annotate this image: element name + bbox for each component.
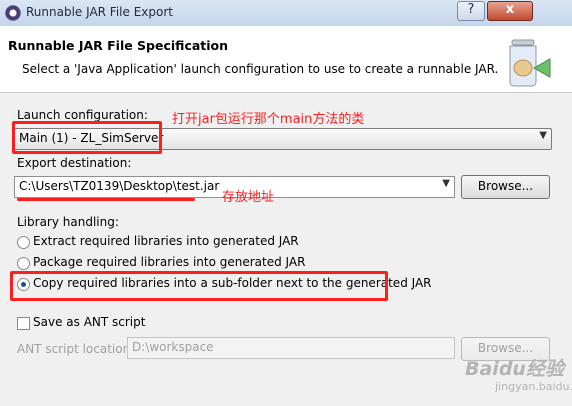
- watermark-url: jingyan.baidu.com: [495, 380, 572, 393]
- baidu-watermark: Baidu经验 jingyan.baidu.com: [455, 352, 572, 400]
- save-ant-label[interactable]: Save as ANT script: [33, 315, 145, 329]
- annotation-export: 存放地址: [222, 190, 275, 205]
- radio-package[interactable]: [17, 257, 30, 270]
- ant-location-value: D:\workspace: [132, 340, 214, 354]
- radio-extract-label[interactable]: Extract required libraries into generate…: [33, 234, 299, 248]
- ant-location-field: D:\workspace: [127, 337, 455, 359]
- page-title: Runnable JAR File Specification: [8, 38, 229, 53]
- radio-package-label[interactable]: Package required libraries into generate…: [33, 255, 305, 269]
- page-description: Select a 'Java Application' launch confi…: [22, 62, 499, 76]
- export-destination-label: Export destination:: [17, 156, 132, 170]
- help-button[interactable]: ?: [457, 1, 485, 21]
- watermark-brand: Baidu经验: [465, 358, 564, 380]
- radio-extract[interactable]: [17, 236, 30, 249]
- chevron-down-icon[interactable]: ▼: [442, 178, 450, 189]
- export-dialog: Runnable JAR File Export ? x Runnable JA…: [0, 0, 572, 406]
- export-destination-value: C:\Users\TZ0139\Desktop\test.jar: [19, 179, 220, 193]
- export-browse-button[interactable]: Browse...: [461, 175, 550, 199]
- chevron-down-icon: ▼: [539, 130, 547, 141]
- highlight-copy-option: [10, 271, 388, 301]
- annotation-launch: 打开jar包运行那个main方法的类: [172, 112, 365, 127]
- eclipse-icon: [5, 5, 21, 21]
- title-bar: Runnable JAR File Export ? x: [0, 0, 572, 26]
- window-title: Runnable JAR File Export: [26, 5, 173, 19]
- library-handling-label: Library handling:: [17, 215, 119, 229]
- highlight-launch-config: [12, 121, 162, 154]
- ant-location-label: ANT script location:: [17, 342, 135, 356]
- save-ant-checkbox[interactable]: [17, 317, 30, 330]
- wizard-header: Runnable JAR File Specification Select a…: [0, 26, 572, 93]
- jar-export-icon: [509, 39, 551, 87]
- close-button[interactable]: x: [487, 1, 533, 21]
- highlight-export-underline: [17, 198, 195, 201]
- launch-config-label: Launch configuration:: [17, 108, 148, 122]
